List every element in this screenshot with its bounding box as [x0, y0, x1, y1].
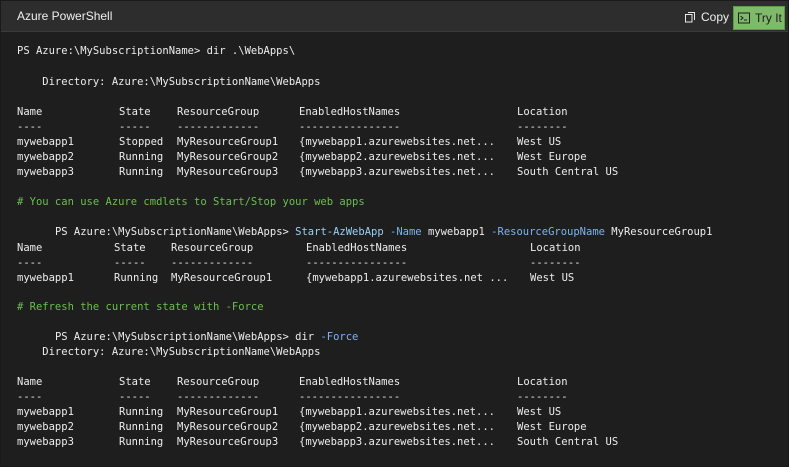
table-row-location: West US — [517, 136, 562, 148]
prompt-text: PS Azure:\MySubscriptionName\WebApps> — [54, 226, 296, 238]
header-state: State — [114, 242, 146, 254]
table-row-state: Running — [119, 406, 164, 418]
table-row-resourcegroup: MyResourceGroup3 — [177, 436, 279, 448]
command-line-dir-webapps: PS Azure:\MySubscriptionName> dir .\WebA… — [17, 45, 296, 57]
dash-resourcegroup: ------------- — [177, 121, 260, 133]
table-row-hostnames: {mywebapp1.azurewebsites.net... — [299, 406, 495, 418]
header-resourcegroup: ResourceGroup — [177, 376, 260, 388]
header-resourcegroup: ResourceGroup — [171, 242, 254, 254]
table-row-state: Running — [119, 421, 164, 433]
table-row-resourcegroup: MyResourceGroup2 — [177, 421, 279, 433]
table-row-hostnames: {mywebapp2.azurewebsites.net... — [299, 151, 495, 163]
dash-name: ---- — [17, 257, 43, 269]
table-row-name: mywebapp3 — [17, 436, 74, 448]
table-row-name: mywebapp2 — [17, 421, 74, 433]
header-enabledhostnames: EnabledHostNames — [299, 376, 401, 388]
table-row-hostnames: {mywebapp2.azurewebsites.net... — [299, 421, 495, 433]
parameter-resourcegroupname: -ResourceGroupName — [491, 226, 605, 238]
header-location: Location — [517, 106, 568, 118]
table-row-name: mywebapp1 — [17, 136, 74, 148]
dash-location: -------- — [530, 257, 581, 269]
dash-state: ----- — [114, 257, 146, 269]
cmdlet-name: Start-AzWebApp — [295, 226, 384, 238]
table-row-resourcegroup: MyResourceGroup1 — [171, 272, 273, 284]
window-title: Azure PowerShell — [17, 9, 113, 23]
argument-value: mywebapp1 — [427, 226, 485, 238]
directory-heading: Directory: Azure:\MySubscriptionName\Web… — [17, 346, 321, 358]
directory-heading: Directory: Azure:\MySubscriptionName\Web… — [17, 76, 321, 88]
table-row-location: West Europe — [517, 151, 587, 163]
table-row-state: Running — [119, 436, 164, 448]
table-row-resourcegroup: MyResourceGroup1 — [177, 136, 279, 148]
header-enabledhostnames: EnabledHostNames — [299, 106, 401, 118]
powershell-window: Azure PowerShell Copy Try It PS Azure:\M… — [0, 0, 789, 467]
dash-location: -------- — [517, 121, 568, 133]
header-state: State — [119, 376, 151, 388]
console-output: PS Azure:\MySubscriptionName> dir .\WebA… — [17, 37, 788, 466]
header-location: Location — [530, 242, 581, 254]
dash-state: ----- — [119, 121, 151, 133]
header-name: Name — [17, 106, 43, 118]
comment-start-stop: # You can use Azure cmdlets to Start/Sto… — [17, 196, 365, 208]
dash-location: -------- — [517, 391, 568, 403]
dash-state: ----- — [119, 391, 151, 403]
comment-refresh-force: # Refresh the current state with -Force — [17, 301, 264, 313]
table-row-state: Running — [114, 272, 159, 284]
header-location: Location — [517, 376, 568, 388]
header-enabledhostnames: EnabledHostNames — [306, 242, 408, 254]
table-row-location: South Central US — [517, 436, 619, 448]
copy-button[interactable]: Copy — [684, 6, 730, 28]
dash-name: ---- — [17, 391, 43, 403]
dash-enabledhostnames: ---------------- — [306, 257, 408, 269]
table-row-resourcegroup: MyResourceGroup3 — [177, 166, 279, 178]
table-row-name: mywebapp3 — [17, 166, 74, 178]
table-row-resourcegroup: MyResourceGroup2 — [177, 151, 279, 163]
table-row-hostnames: {mywebapp3.azurewebsites.net... — [299, 166, 495, 178]
header-name: Name — [17, 376, 43, 388]
dash-resourcegroup: ------------- — [171, 257, 254, 269]
table-row-location: West US — [517, 406, 562, 418]
table-row-name: mywebapp2 — [17, 151, 74, 163]
table-row-hostnames: {mywebapp1.azurewebsites.net ... — [306, 272, 509, 284]
dash-enabledhostnames: ---------------- — [299, 121, 401, 133]
table-row-location: South Central US — [517, 166, 619, 178]
table-row-resourcegroup: MyResourceGroup1 — [177, 406, 279, 418]
parameter-name: -Name — [390, 226, 422, 238]
dash-resourcegroup: ------------- — [177, 391, 260, 403]
table-row-state: Running — [119, 151, 164, 163]
try-it-label: Try It — [755, 11, 782, 25]
dash-name: ---- — [17, 121, 43, 133]
table-row-name: mywebapp1 — [17, 272, 74, 284]
header-name: Name — [17, 242, 43, 254]
argument-resourcegroup: MyResourceGroup1 — [611, 226, 713, 238]
prompt-text: PS Azure:\MySubscriptionName\WebApps> di… — [54, 331, 321, 343]
title-bar: Azure PowerShell Copy Try It — [1, 1, 788, 32]
table-row-state: Stopped — [119, 136, 164, 148]
terminal-icon — [738, 12, 750, 24]
dash-enabledhostnames: ---------------- — [299, 391, 401, 403]
header-resourcegroup: ResourceGroup — [177, 106, 260, 118]
table-row-name: mywebapp1 — [17, 406, 74, 418]
copy-label: Copy — [701, 10, 730, 24]
table-row-location: West Europe — [517, 421, 587, 433]
parameter-force: -Force — [320, 331, 359, 343]
try-it-button[interactable]: Try It — [733, 6, 785, 30]
header-state: State — [119, 106, 151, 118]
copy-icon — [685, 12, 695, 23]
table-row-state: Running — [119, 166, 164, 178]
table-row-hostnames: {mywebapp3.azurewebsites.net... — [299, 436, 495, 448]
table-row-hostnames: {mywebapp1.azurewebsites.net... — [299, 136, 495, 148]
table-row-location: West US — [530, 272, 575, 284]
